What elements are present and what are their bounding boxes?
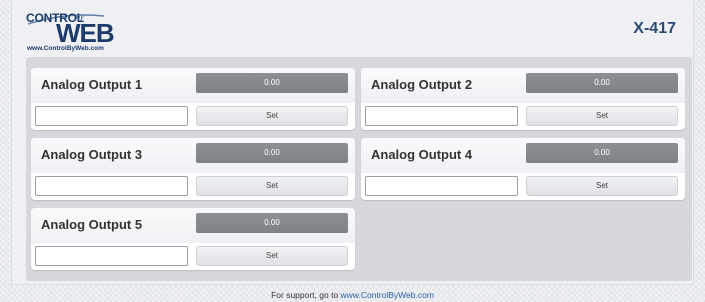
analog-output-4-card: Analog Output 4 0.00 Set [361, 138, 685, 200]
output-value-input[interactable] [365, 106, 518, 126]
analog-output-3-card: Analog Output 3 0.00 Set [31, 138, 355, 200]
output-value-input[interactable] [365, 176, 518, 196]
model-title: X-417 [633, 20, 676, 37]
output-label: Analog Output 4 [371, 147, 473, 162]
analog-output-1-card: Analog Output 1 0.00 Set [31, 68, 355, 130]
output-value-display: 0.00 [196, 213, 348, 233]
set-button[interactable]: Set [196, 176, 348, 196]
output-value-display: 0.00 [196, 143, 348, 163]
logo-url: www.ControlByWeb.com [27, 45, 104, 52]
output-label: Analog Output 3 [41, 147, 143, 162]
output-label: Analog Output 5 [41, 217, 143, 232]
output-value-display: 0.00 [526, 143, 678, 163]
output-label: Analog Output 1 [41, 77, 143, 92]
outputs-panel: Analog Output 1 0.00 Set Analog Output 2… [26, 57, 692, 281]
controlbyweb-logo: CONTROL by WEB www.ControlByWeb.com [26, 8, 136, 54]
support-footer: For support, go to www.ControlByWeb.com [0, 290, 705, 300]
logo-text-web: WEB [56, 18, 115, 48]
set-button[interactable]: Set [526, 106, 678, 126]
set-button[interactable]: Set [196, 246, 348, 266]
analog-output-2-card: Analog Output 2 0.00 Set [361, 68, 685, 130]
output-label: Analog Output 2 [371, 77, 473, 92]
page-frame: CONTROL by WEB www.ControlByWeb.com X-41… [11, 0, 694, 285]
output-value-display: 0.00 [526, 73, 678, 93]
output-value-input[interactable] [35, 176, 188, 196]
support-link[interactable]: www.ControlByWeb.com [341, 290, 434, 300]
set-button[interactable]: Set [196, 106, 348, 126]
output-value-display: 0.00 [196, 73, 348, 93]
footer-text: For support, go to [271, 290, 341, 300]
output-value-input[interactable] [35, 106, 188, 126]
header: CONTROL by WEB www.ControlByWeb.com X-41… [12, 0, 695, 58]
set-button[interactable]: Set [526, 176, 678, 196]
output-value-input[interactable] [35, 246, 188, 266]
analog-output-5-card: Analog Output 5 0.00 Set [31, 208, 355, 270]
